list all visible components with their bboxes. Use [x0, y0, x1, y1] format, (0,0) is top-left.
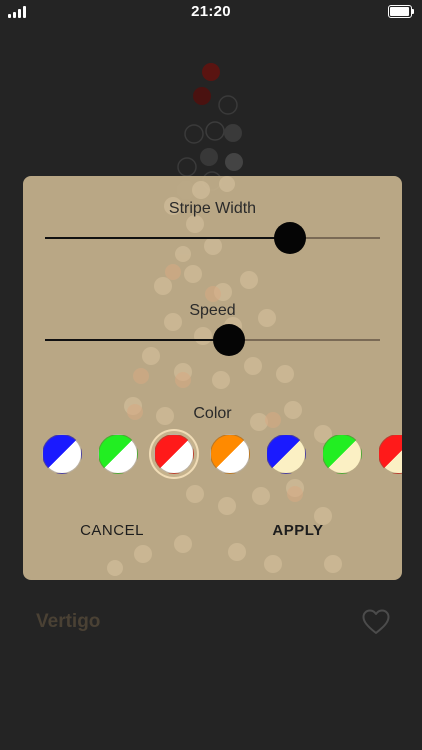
color-swatch-option[interactable]	[98, 434, 138, 474]
speed-track-filled	[45, 339, 229, 341]
color-swatch-option[interactable]	[378, 434, 402, 474]
speed-label: Speed	[189, 302, 236, 319]
speed-track-remaining	[229, 339, 380, 341]
pattern-title: Vertigo	[36, 611, 101, 632]
color-swatch-row	[23, 428, 402, 480]
color-swatch-option[interactable]	[154, 434, 194, 474]
color-swatch-option[interactable]	[322, 434, 362, 474]
speed-slider[interactable]	[45, 320, 380, 360]
pattern-settings-dialog: Stripe Width Speed Color CANCEL APPLY	[23, 176, 402, 580]
cancel-button[interactable]: CANCEL	[37, 522, 187, 539]
color-swatch-option[interactable]	[42, 434, 82, 474]
heart-outline-icon[interactable]	[362, 609, 390, 635]
stripe-width-label: Stripe Width	[168, 200, 257, 217]
apply-button[interactable]: APPLY	[223, 522, 373, 539]
stripe-width-slider-thumb[interactable]	[274, 222, 306, 254]
stripe-width-slider[interactable]	[45, 218, 380, 258]
speed-slider-thumb[interactable]	[213, 324, 245, 356]
color-swatch-option[interactable]	[266, 434, 306, 474]
color-swatch-option[interactable]	[210, 434, 250, 474]
color-label: Color	[193, 405, 232, 422]
stripe-width-track-filled	[45, 237, 290, 239]
